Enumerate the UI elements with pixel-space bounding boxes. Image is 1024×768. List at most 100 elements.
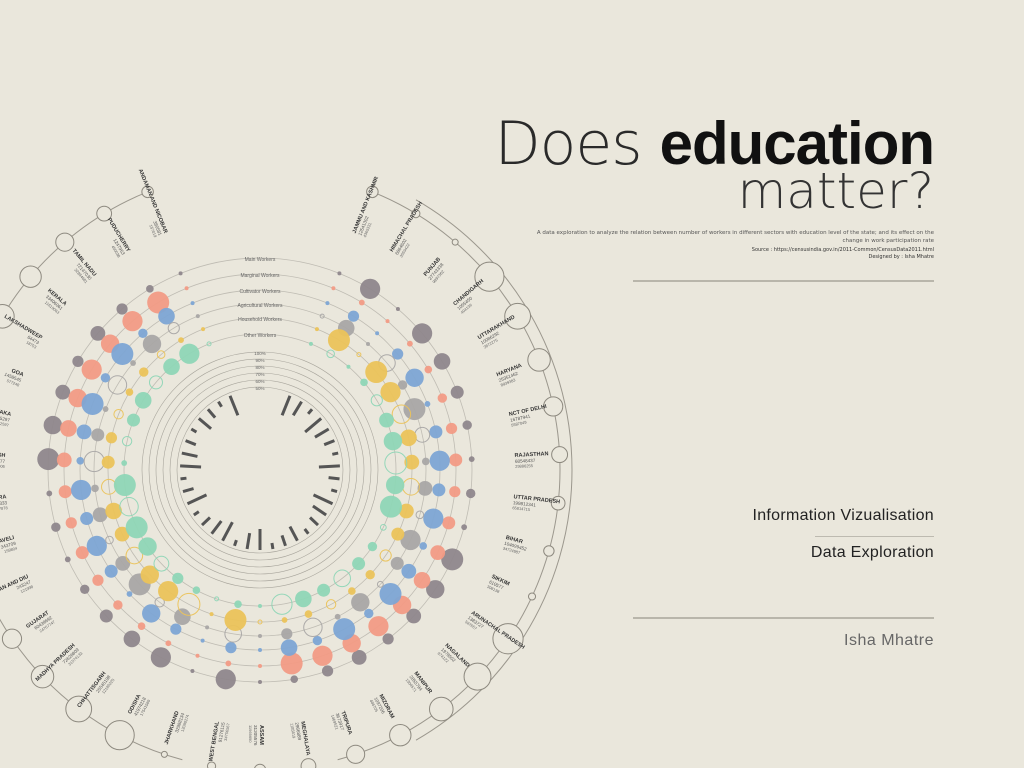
state-dot-19-2 xyxy=(200,638,205,643)
state-label-17: ASSAM3120557611969690 xyxy=(248,725,264,746)
state-outer-bubble-13 xyxy=(428,696,454,722)
state-bar-22 xyxy=(200,516,212,527)
state-dot-17-3 xyxy=(258,634,262,638)
state-bar-25 xyxy=(182,487,194,494)
state-dot-20-2 xyxy=(170,623,182,635)
state-dot-22-4 xyxy=(140,565,159,584)
state-outer-bubble-14 xyxy=(389,723,412,747)
percent-label-1: 90% xyxy=(255,358,264,363)
state-dot-32-5 xyxy=(163,358,180,376)
state-dot-6-0 xyxy=(462,420,472,430)
state-dot-13-4 xyxy=(348,587,356,595)
state-dot-28-0 xyxy=(43,415,63,435)
state-bar-18 xyxy=(245,532,252,550)
ring-label-4: Household Workers xyxy=(238,317,282,323)
state-outer-bubble-19 xyxy=(160,750,168,758)
state-label-19: JHARKHAND3298813413098274 xyxy=(164,710,191,745)
state-dot-7-2 xyxy=(429,450,450,471)
state-bar-24 xyxy=(186,493,208,506)
percent-label-2: 80% xyxy=(255,365,264,370)
state-dot-8-5 xyxy=(385,475,405,495)
state-dot-16-0 xyxy=(290,675,299,684)
state-dot-9-1 xyxy=(442,516,456,530)
state-value-2: 29886255 xyxy=(515,463,534,469)
state-dot-23-5 xyxy=(138,537,157,556)
state-dot-31-3 xyxy=(130,360,136,366)
state-dot-31-4 xyxy=(139,367,149,377)
state-dot-23-0 xyxy=(80,584,90,594)
state-dot-2-3 xyxy=(366,341,371,346)
state-dot-29-3 xyxy=(102,406,109,412)
ring-label-5: Other Workers xyxy=(244,333,277,339)
state-dot-30-4 xyxy=(125,388,134,396)
state-bar-19 xyxy=(233,539,238,547)
percent-label-0: 100% xyxy=(254,351,266,356)
state-dot-6-2 xyxy=(429,425,443,439)
state-dot-14-0 xyxy=(351,649,367,665)
state-bar-28 xyxy=(181,451,198,458)
state-dot-3-1 xyxy=(406,340,413,347)
state-dot-33-0 xyxy=(146,285,154,293)
state-dot-23-2 xyxy=(104,564,118,578)
state-dot-25-2 xyxy=(80,512,94,526)
state-dot-3-4 xyxy=(365,361,388,384)
state-dot-26-3 xyxy=(91,484,99,493)
state-dot-6-4 xyxy=(400,429,417,447)
state-bar-23 xyxy=(193,510,200,517)
state-label-33: PUDUCHERRY1247953460038 xyxy=(106,217,131,259)
state-dot-10-1 xyxy=(430,545,446,561)
state-dot-32-0 xyxy=(116,303,128,315)
state-dot-25-3 xyxy=(92,507,108,523)
state-dot-19-3 xyxy=(205,625,210,630)
state-dot-9-5 xyxy=(379,495,402,518)
state-label-9: BIHAR10409945234724987 xyxy=(502,535,527,555)
state-outer-bubble-15 xyxy=(346,744,366,764)
state-dot-1-4 xyxy=(327,329,350,352)
state-outer-bubble-10 xyxy=(527,592,537,601)
state-dot-32-2 xyxy=(138,328,148,339)
state-dot-13-1 xyxy=(368,616,389,637)
state-outer-bubble-12 xyxy=(463,662,492,691)
state-dot-33-4 xyxy=(178,337,184,344)
state-dot-34-2 xyxy=(190,301,195,306)
state-label-13: MANIPUR28557941304571 xyxy=(405,671,433,695)
state-bar-10 xyxy=(312,493,334,506)
state-dot-10-4 xyxy=(391,527,405,541)
state-dot-1-2 xyxy=(347,310,360,322)
source-block: Source : https://censusindia.gov.in/2011… xyxy=(752,247,934,261)
state-dot-4-0 xyxy=(433,353,451,370)
state-label-1: HIMACHAL PRADESH68646023559422 xyxy=(389,201,424,259)
state-dot-14-5 xyxy=(317,583,331,597)
state-bar-6 xyxy=(332,451,339,456)
state-dot-6-1 xyxy=(445,422,458,435)
state-outer-bubble-23 xyxy=(1,628,23,649)
state-dot-29-0 xyxy=(55,384,71,400)
title-block: Does education matter? xyxy=(494,112,935,217)
state-dot-30-1 xyxy=(81,359,102,380)
state-dot-28-2 xyxy=(76,424,92,440)
state-dot-21-5 xyxy=(172,572,184,584)
state-dot-21-1 xyxy=(137,622,146,630)
divider-tags xyxy=(815,536,934,537)
state-label-30: LAKSHADWEEP6447318753 xyxy=(3,314,43,350)
divider-bottom xyxy=(633,617,934,619)
tag-data-exploration: Data Exploration xyxy=(810,544,934,561)
state-dot-20-5 xyxy=(192,586,201,595)
state-outer-bubble-31 xyxy=(19,265,42,288)
state-dot-4-4 xyxy=(380,382,401,403)
state-dot-18-0 xyxy=(215,669,236,690)
state-outer-bubble-17 xyxy=(254,763,266,768)
state-dot-15-0 xyxy=(321,665,334,677)
state-dot-7-1 xyxy=(449,453,463,467)
state-dot-28-3 xyxy=(91,428,105,442)
ring-label-2: Cultivator Workers xyxy=(239,289,281,295)
state-dot-34-0 xyxy=(178,271,183,276)
state-dot-24-2 xyxy=(86,535,107,557)
state-dot-7-0 xyxy=(468,456,475,463)
state-dot-10-2 xyxy=(419,542,428,550)
state-dot-8-3 xyxy=(417,480,433,496)
state-bar-4 xyxy=(314,427,330,439)
state-dot-27-4 xyxy=(101,455,115,469)
state-dot-0-0 xyxy=(337,271,342,276)
state-dot-5-3 xyxy=(403,398,426,421)
